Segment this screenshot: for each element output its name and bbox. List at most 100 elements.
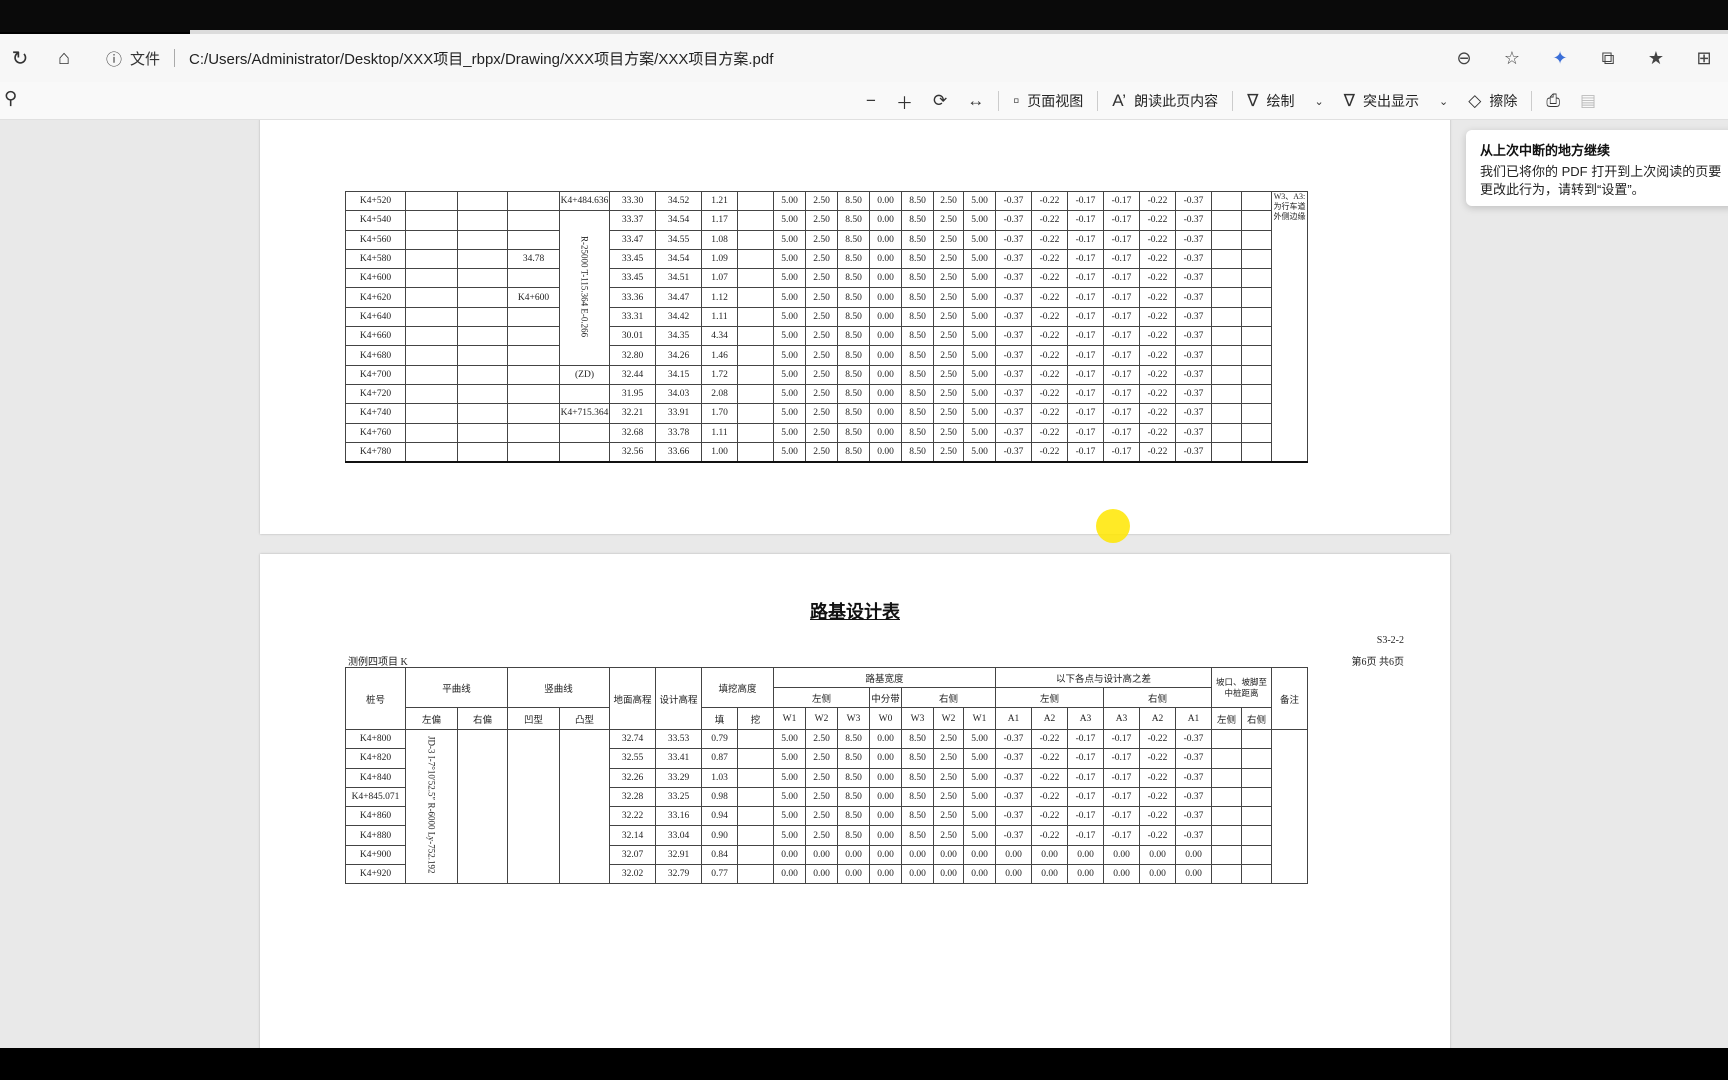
table-cell: 33.29 — [655, 767, 702, 788]
table-cell: K4+700 — [345, 364, 406, 385]
rotate-button[interactable]: ⟳ — [923, 82, 957, 120]
header-stake: 桩号 — [345, 667, 406, 730]
home-icon[interactable]: ⌂ — [44, 38, 84, 78]
table-cell: 33.37 — [609, 210, 656, 231]
info-icon[interactable]: ⓘ — [106, 46, 122, 70]
table-cell: 0.98 — [701, 786, 738, 808]
chevron-down-icon[interactable]: ⌄ — [1314, 95, 1323, 108]
pdf-viewer[interactable]: K4+520 K4+484.636 33.30 34.52 1.21 5.00 2.50 8.… — [0, 120, 1728, 1048]
table-cell — [559, 728, 610, 885]
table-cell — [1241, 728, 1272, 750]
extensions-icon[interactable]: ⧉ — [1584, 48, 1632, 69]
header-diff-left: 左侧 — [995, 687, 1104, 708]
resume-reading-toast[interactable]: 从上次中断的地方继续 我们已将你的 PDF 打开到上次阅读的页要更改此行为，请转… — [1466, 130, 1728, 206]
table-cell: 34.54 — [655, 248, 702, 270]
table-cell: -0.22 — [1031, 806, 1068, 827]
draw-button[interactable]: ∇ 绘制 ⌄ — [1237, 82, 1334, 120]
table-cell: -0.17 — [1067, 306, 1104, 328]
add-favorite-icon[interactable]: ☆ — [1488, 48, 1536, 69]
header-right: 右侧 — [901, 687, 996, 708]
table-cell: 0.00 — [869, 786, 902, 808]
erase-button[interactable]: ◇ 擦除 — [1458, 82, 1527, 120]
table-cell: 33.45 — [609, 248, 656, 270]
refresh-icon[interactable]: ↻ — [0, 38, 40, 78]
table-cell: 5.00 — [773, 287, 806, 308]
table-cell: K4+900 — [345, 844, 406, 866]
zoom-minus-button[interactable]: − — [856, 82, 886, 120]
table-cell: -0.22 — [1031, 345, 1068, 366]
table-cell: 0.00 — [869, 422, 902, 443]
table-cell — [1241, 190, 1272, 212]
table-cell: K4+680 — [345, 345, 406, 366]
table-cell: 5.00 — [773, 326, 806, 347]
table-cell: -0.22 — [1139, 190, 1176, 212]
table-cell: 8.50 — [901, 748, 934, 769]
print-button[interactable]: ⎙ — [1536, 82, 1570, 120]
chevron-down-icon[interactable]: ⌄ — [1439, 95, 1448, 108]
table-cell: 8.50 — [837, 786, 870, 808]
table-cell — [737, 383, 774, 405]
table-row: K4+540 R-25000 T-115.364 E-0.266 33.37 34.5… — [345, 210, 1308, 366]
table-cell: 34.55 — [655, 229, 702, 250]
fit-page-button[interactable]: ↔ — [957, 82, 994, 120]
table-cell — [507, 345, 560, 366]
minus-icon: − — [866, 91, 876, 110]
header-a2: A2 — [1031, 707, 1068, 730]
header-concave: 凹型 — [507, 707, 560, 730]
table-cell: -0.17 — [1067, 210, 1104, 231]
table-cell — [405, 422, 458, 443]
table-cell — [737, 345, 774, 366]
header-slope: 坡口、坡脚至中桩距离 — [1211, 667, 1272, 708]
table-cell: 8.50 — [901, 825, 934, 846]
table-cell: 5.00 — [963, 825, 996, 846]
table-cell: -0.22 — [1031, 306, 1068, 328]
table-cell: 8.50 — [901, 422, 934, 443]
read-aloud-button[interactable]: A’ 朗读此页内容 — [1102, 82, 1228, 120]
table-cell: -0.37 — [1175, 345, 1212, 366]
table-cell: 0.00 — [995, 844, 1032, 866]
table-cell: 1.12 — [701, 287, 738, 308]
table-row: K4+640 33.31 34.42 1.11 5.00 2.50 8.50 0.00 8.50… — [345, 306, 1308, 328]
table-cell: 0.00 — [869, 229, 902, 250]
table-cell — [1211, 441, 1242, 463]
table-cell: -0.22 — [1031, 748, 1068, 769]
search-icon[interactable]: ⚲ — [4, 88, 17, 109]
table-cell: -0.17 — [1103, 229, 1140, 250]
table-cell — [737, 806, 774, 827]
highlight-button[interactable]: ∇ 突出显示 ⌄ — [1334, 82, 1459, 120]
extension-bird-icon[interactable]: ✦ — [1536, 48, 1584, 69]
table-cell: 33.16 — [655, 806, 702, 827]
table-cell: 2.50 — [805, 825, 838, 846]
table-cell — [737, 864, 774, 885]
url-field[interactable]: ⓘ 文件 C:/Users/Administrator/Desktop/XXX项… — [92, 40, 1482, 76]
table-cell: 0.94 — [701, 806, 738, 827]
table-cell — [1241, 364, 1272, 385]
zoom-plus-button[interactable]: ＋ — [886, 82, 923, 120]
table-cell: 2.50 — [805, 422, 838, 443]
favorites-icon[interactable]: ★ — [1632, 48, 1680, 69]
page-view-button[interactable]: ▫ 页面视图 — [1003, 82, 1093, 120]
header-fill: 填 — [701, 707, 738, 730]
table-cell — [1241, 748, 1272, 769]
erase-label: 擦除 — [1489, 93, 1518, 109]
table-body: K4+800 JD-3 I-7°10′52.5″ R-6000 Ly-752.19… — [345, 728, 1308, 885]
collections-icon[interactable]: ⊞ — [1680, 48, 1728, 69]
table-cell — [737, 364, 774, 385]
table-cell — [405, 190, 458, 212]
table-cell: 33.53 — [655, 728, 702, 750]
table-cell: -0.37 — [1175, 806, 1212, 827]
table-cell: 33.31 — [609, 306, 656, 328]
table-cell: -0.37 — [995, 248, 1032, 270]
table-cell: -0.17 — [1067, 403, 1104, 424]
table-cell: 5.00 — [773, 306, 806, 328]
save-button[interactable]: ▤ — [1570, 82, 1606, 120]
table-cell: 2.50 — [933, 383, 964, 405]
table-cell: -0.22 — [1139, 287, 1176, 308]
table-cell: -0.37 — [995, 364, 1032, 385]
table-cell: -0.22 — [1031, 364, 1068, 385]
table-cell — [1241, 844, 1272, 866]
table-cell: 0.00 — [901, 844, 934, 866]
curve-label: JD-3 I-7°10′52.5″ R-6000 Ly-752.192 — [426, 736, 437, 874]
url-text[interactable]: C:/Users/Administrator/Desktop/XXX项目_rbp… — [189, 48, 773, 69]
zoom-out-icon[interactable]: ⊖ — [1440, 48, 1488, 69]
